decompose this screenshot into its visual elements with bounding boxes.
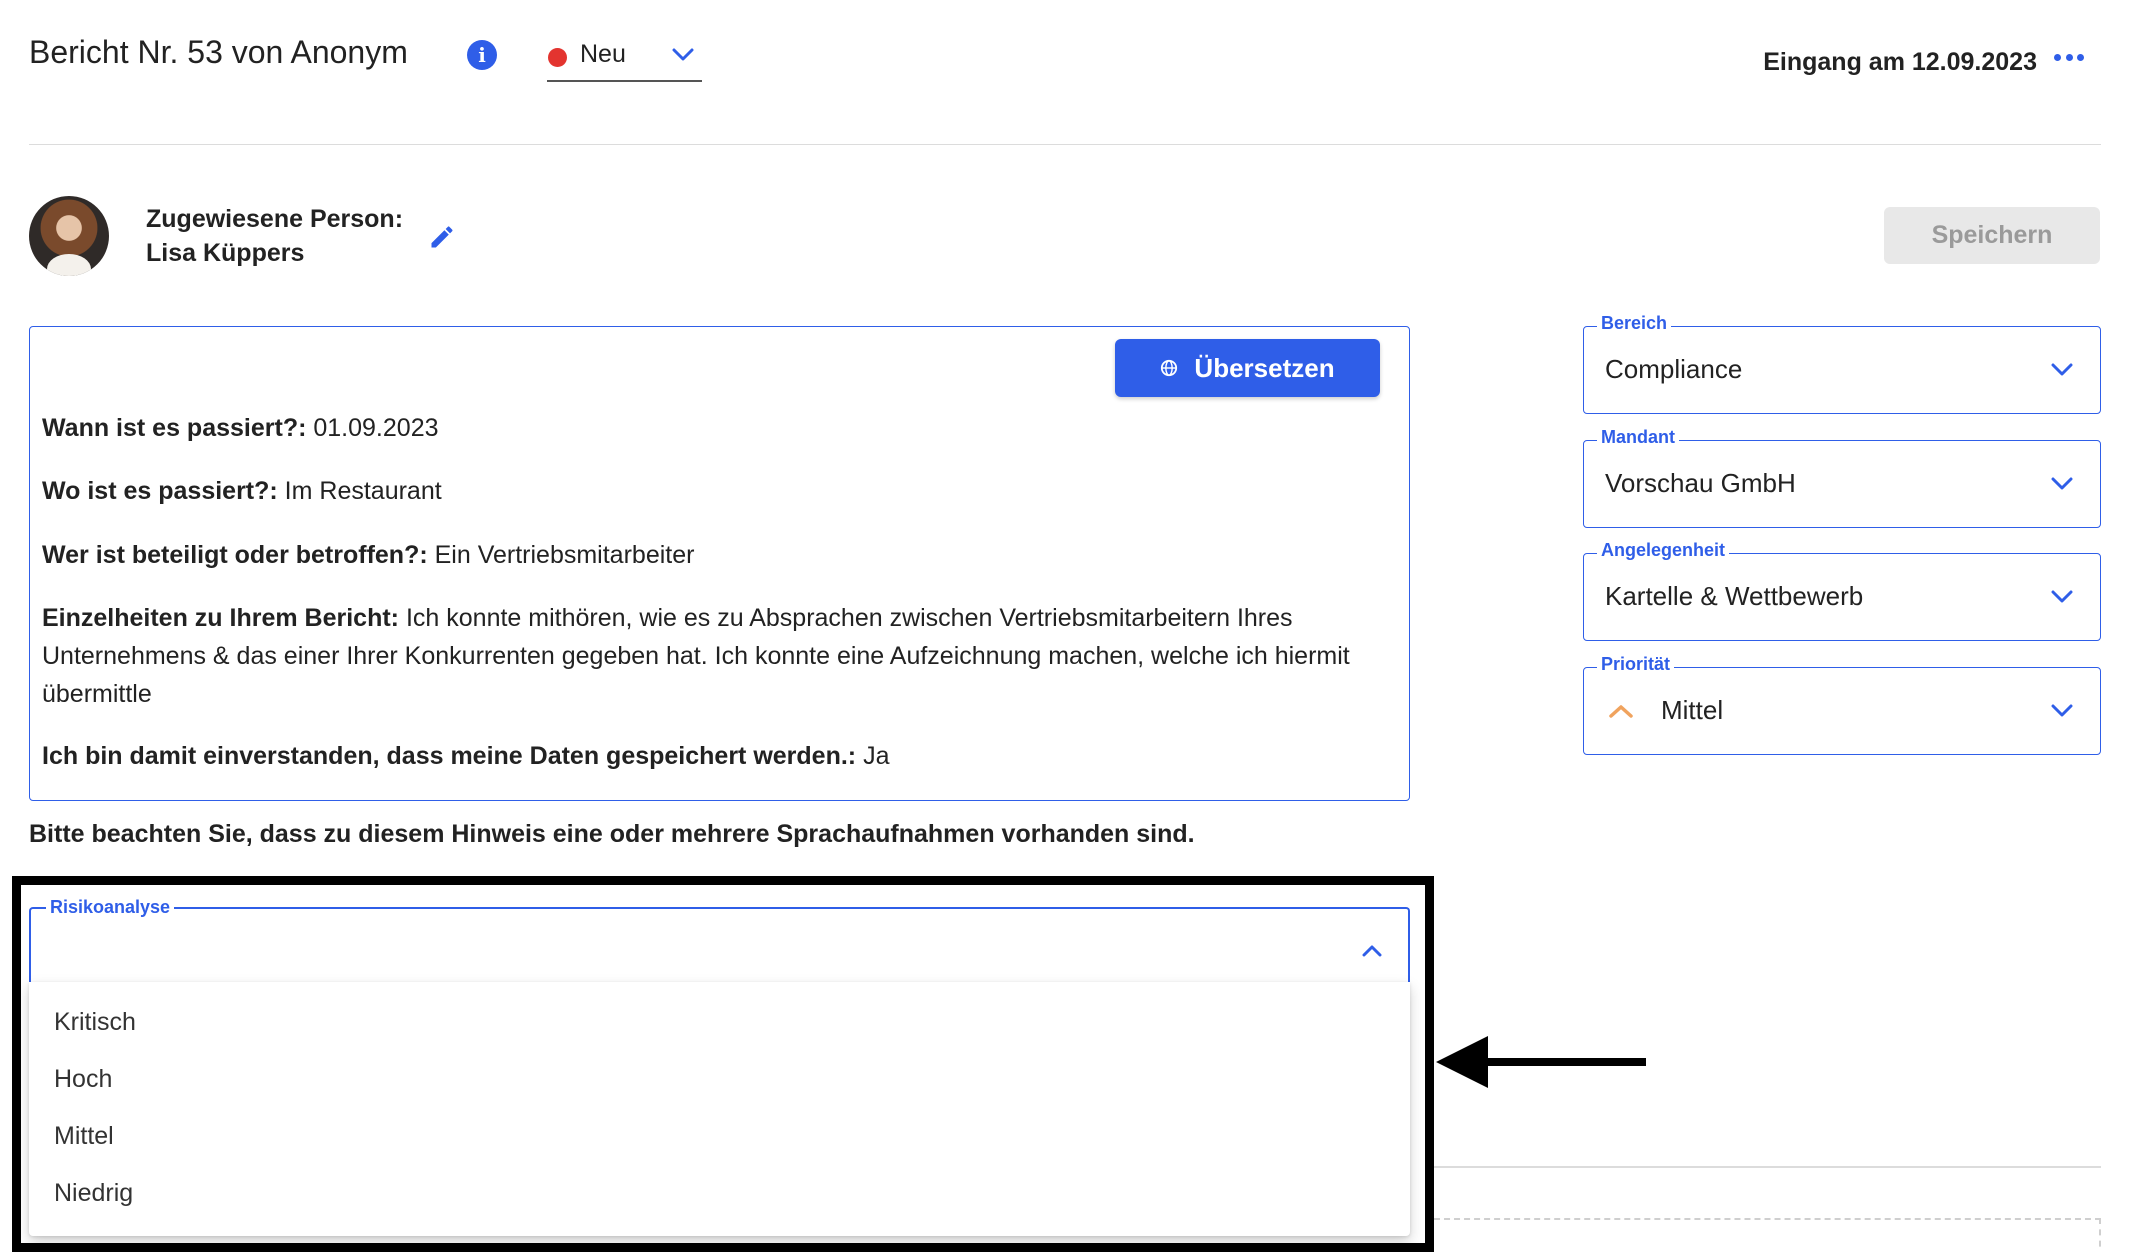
- report-answer: Ein Vertriebsmitarbeiter: [434, 541, 695, 569]
- avatar: [29, 196, 109, 276]
- assignee-label: Zugewiesene Person:: [146, 205, 404, 233]
- status-label: Neu: [580, 40, 626, 68]
- assignee-name: Lisa Küppers: [146, 239, 305, 267]
- pencil-icon[interactable]: [428, 223, 456, 251]
- chevron-down-icon[interactable]: [672, 48, 694, 62]
- received-date: Eingang am 12.09.2023: [1763, 48, 2037, 76]
- report-item: Wann ist es passiert?: 01.09.2023: [42, 409, 1392, 447]
- report-item: Ich bin damit einverstanden, dass meine …: [42, 737, 1392, 775]
- report-question: Wann ist es passiert?:: [42, 414, 307, 442]
- report-item: Wo ist es passiert?: Im Restaurant: [42, 472, 1392, 510]
- report-item: Einzelheiten zu Ihrem Bericht: Ich konnt…: [42, 599, 1392, 713]
- info-icon[interactable]: i: [467, 40, 497, 70]
- upload-dropzone[interactable]: [1434, 1218, 2101, 1252]
- report-question: Einzelheiten zu Ihrem Bericht:: [42, 604, 400, 632]
- mandant-value: Vorschau GmbH: [1605, 468, 1796, 498]
- report-question: Wer ist beteiligt oder betroffen?:: [42, 541, 428, 569]
- report-answer: Im Restaurant: [284, 477, 442, 505]
- chevron-down-icon[interactable]: [2051, 363, 2073, 377]
- translate-button[interactable]: Übersetzen: [1115, 339, 1380, 397]
- chevron-down-icon[interactable]: [2051, 704, 2073, 718]
- more-options-icon[interactable]: [2054, 54, 2084, 64]
- report-answer: 01.09.2023: [313, 414, 439, 442]
- report-question: Ich bin damit einverstanden, dass meine …: [42, 742, 857, 770]
- report-answer: Ja: [863, 742, 890, 770]
- report-item: Wer ist beteiligt oder betroffen?: Ein V…: [42, 536, 1392, 574]
- status-dot-icon: [548, 48, 567, 67]
- prioritaet-label: Priorität: [1597, 654, 1675, 675]
- save-button[interactable]: Speichern: [1884, 207, 2100, 264]
- report-question: Wo ist es passiert?:: [42, 477, 278, 505]
- angelegenheit-value: Kartelle & Wettbewerb: [1605, 581, 1864, 611]
- angelegenheit-label: Angelegenheit: [1597, 540, 1730, 561]
- chevron-down-icon[interactable]: [2051, 477, 2073, 491]
- annotation-highlight-frame: [12, 876, 1434, 1252]
- voice-recording-notice: Bitte beachten Sie, dass zu diesem Hinwe…: [29, 820, 1195, 848]
- globe-icon: [1161, 359, 1178, 377]
- page-title: Bericht Nr. 53 von Anonym: [29, 34, 408, 70]
- translate-label: Übersetzen: [1194, 352, 1335, 383]
- mandant-label: Mandant: [1597, 427, 1679, 448]
- chevron-down-icon[interactable]: [2051, 590, 2073, 604]
- section-divider: [1434, 1166, 2101, 1168]
- annotation-arrow-icon: [1436, 1036, 1646, 1088]
- chevron-up-icon: [1609, 705, 1633, 718]
- bereich-label: Bereich: [1597, 313, 1672, 334]
- bereich-value: Compliance: [1605, 354, 1743, 384]
- header-divider: [29, 144, 2101, 145]
- prioritaet-value: Mittel: [1661, 695, 1724, 725]
